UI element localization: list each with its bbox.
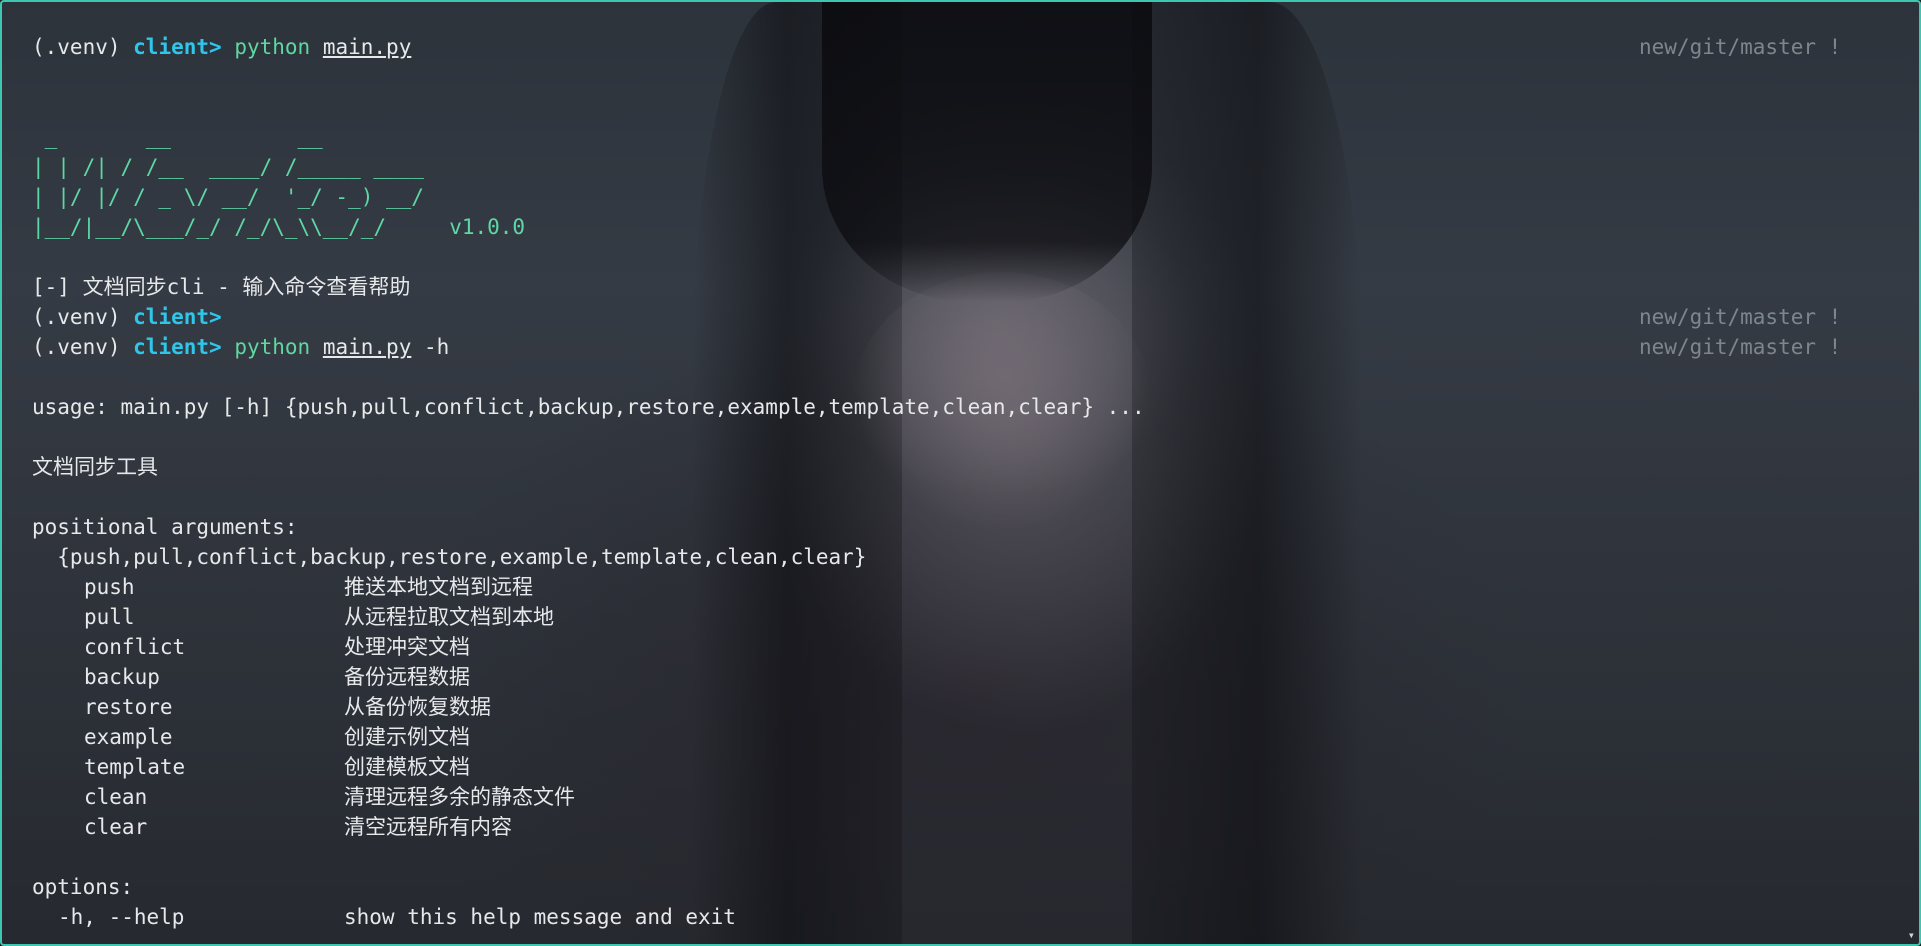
subcommand-desc: 备份远程数据 [344, 665, 470, 689]
prompt-host: client> [133, 335, 222, 359]
prompt-venv: (.venv) [32, 35, 134, 59]
subcommand-name: example [84, 725, 173, 749]
prompt-venv: (.venv) [32, 335, 134, 359]
command-script: main.py [322, 35, 412, 59]
subcommand-row: pull 从远程拉取文档到本地 [32, 603, 932, 631]
terminal-output[interactable]: (.venv) client> python main.py _ __ __ |… [32, 2, 1902, 944]
command-flags: -h [411, 335, 450, 359]
command-program: python [234, 335, 311, 359]
subcommand-name: conflict [84, 635, 186, 659]
subcommand-name: restore [84, 695, 173, 719]
subcommand-row: push 推送本地文档到远程 [32, 573, 932, 601]
option-desc: show this help message and exit [344, 905, 736, 929]
prompt-venv: (.venv) [32, 305, 134, 329]
banner-line-4: |__/|__/\___/_/ /_/\_\\__/_/ v1.0.0 [32, 215, 526, 239]
banner-line-1: _ __ __ [32, 125, 323, 149]
subcommand-desc: 从远程拉取文档到本地 [344, 605, 554, 629]
prompt-line-3: (.venv) client> python main.py -h [32, 333, 449, 361]
banner-line-2: | | /| / /__ ____/ /_____ ____ [32, 155, 424, 179]
subcommand-desc: 创建示例文档 [344, 725, 470, 749]
subcommand-desc: 清理远程多余的静态文件 [344, 785, 575, 809]
intro-text: [-] 文档同步cli - 输入命令查看帮助 [32, 275, 411, 299]
git-status-2: new/git/master ! [1639, 305, 1842, 329]
subcommand-desc: 推送本地文档到远程 [344, 575, 533, 599]
positional-header: positional arguments: [32, 515, 298, 539]
git-status-1: new/git/master ! [1639, 35, 1842, 59]
option-row: -h, --help show this help message and exi… [32, 903, 932, 931]
command-program: python [234, 35, 311, 59]
subcommand-desc: 从备份恢复数据 [344, 695, 491, 719]
git-status-3: new/git/master ! [1639, 335, 1842, 359]
prompt-line-1: (.venv) client> python main.py [32, 33, 411, 61]
command-script: main.py [322, 335, 412, 359]
terminal-window[interactable]: (.venv) client> python main.py _ __ __ |… [0, 0, 1921, 946]
description-line: 文档同步工具 [32, 455, 158, 479]
subcommand-row: clear 清空远程所有内容 [32, 813, 932, 841]
subcommand-row: clean 清理远程多余的静态文件 [32, 783, 932, 811]
subcommand-row: example 创建示例文档 [32, 723, 932, 751]
subcommand-name: template [84, 755, 186, 779]
positional-choices: {push,pull,conflict,backup,restore,examp… [32, 545, 867, 569]
subcommand-name: pull [84, 605, 135, 629]
subcommand-name: clear [84, 815, 148, 839]
prompt-host: client> [133, 305, 222, 329]
subcommand-row: restore 从备份恢复数据 [32, 693, 932, 721]
subcommand-desc: 处理冲突文档 [344, 635, 470, 659]
scroll-indicator-icon[interactable]: ▾ [1908, 928, 1915, 942]
subcommand-name: clean [84, 785, 148, 809]
banner-line-3: | |/ |/ / _ \/ __/ '_/ -_) __/ [32, 185, 424, 209]
subcommand-row: backup 备份远程数据 [32, 663, 932, 691]
options-header: options: [32, 875, 134, 899]
subcommand-desc: 清空远程所有内容 [344, 815, 512, 839]
subcommand-name: backup [84, 665, 160, 689]
subcommand-desc: 创建模板文档 [344, 755, 470, 779]
option-name: -h, --help [58, 905, 185, 929]
usage-line: usage: main.py [-h] {push,pull,conflict,… [32, 395, 1145, 419]
subcommand-row: conflict 处理冲突文档 [32, 633, 932, 661]
subcommand-name: push [84, 575, 135, 599]
prompt-line-2: (.venv) client> [32, 303, 222, 331]
prompt-host: client> [133, 35, 222, 59]
subcommand-row: template 创建模板文档 [32, 753, 932, 781]
